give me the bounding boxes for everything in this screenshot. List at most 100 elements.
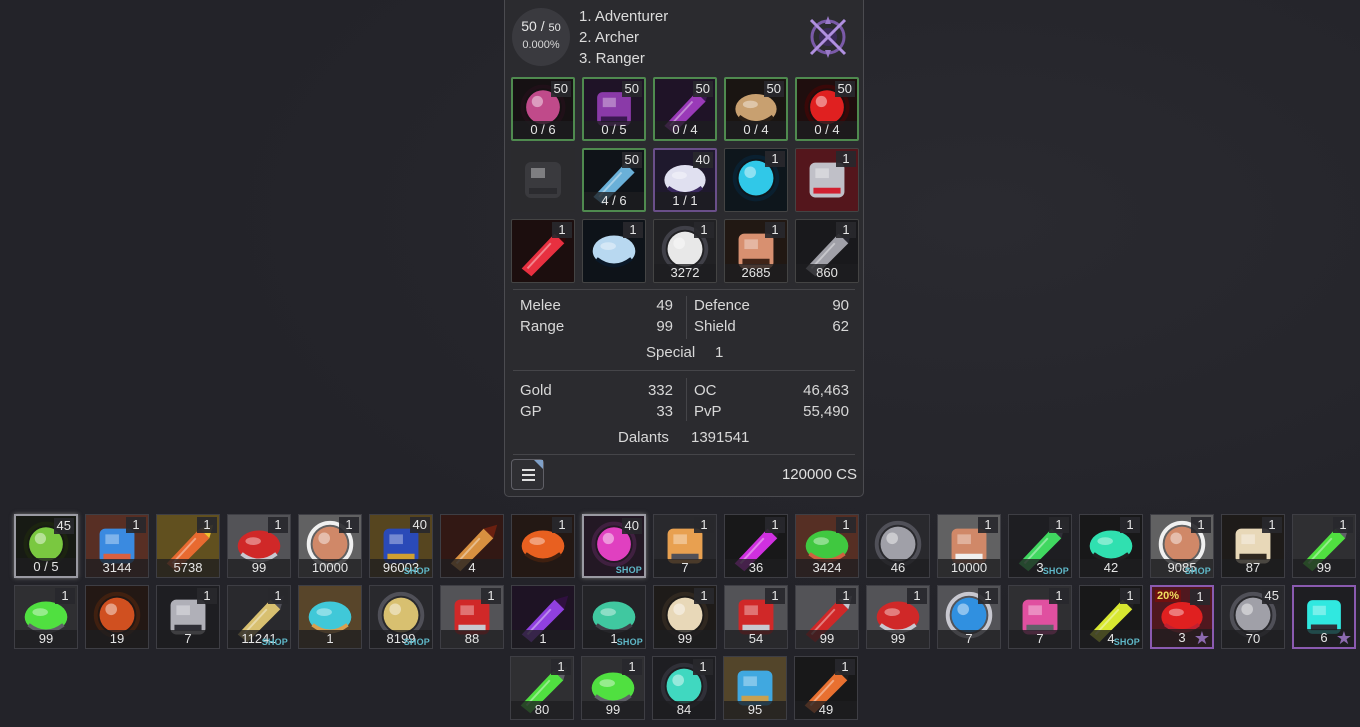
inventory-slot[interactable]: 1 80 <box>510 656 574 720</box>
shop-badge-icon: SHOP <box>261 637 288 647</box>
equip-slot-cape[interactable]: 50 0 / 4 <box>795 77 859 141</box>
equip-slot-ammo2[interactable]: 1 2685 <box>724 219 788 283</box>
inventory-slot[interactable]: 1 10000 <box>937 514 1001 578</box>
inventory-slot[interactable]: 1 99 <box>795 585 859 649</box>
equip-slot-amulet1[interactable]: 1 <box>511 219 575 283</box>
equip-slot-amulet2[interactable]: 1 <box>582 219 646 283</box>
inventory-slot[interactable]: 1 <box>298 585 362 649</box>
equip-slot-weapon[interactable]: 50 4 / 6 <box>582 148 646 212</box>
item-level: 1 <box>1191 517 1211 533</box>
inventory-slot[interactable]: 17 <box>653 514 717 578</box>
inventory-slot[interactable]: 1 99 <box>866 585 930 649</box>
item-count: 2685 <box>725 264 787 282</box>
item-count: 7 <box>654 559 716 577</box>
inventory-slot[interactable]: 1 88 <box>440 585 504 649</box>
level-max: 50 <box>548 22 561 34</box>
class-list: 1. Adventurer 2. Archer 3. Ranger <box>579 6 668 69</box>
item-count: 1 / 1 <box>655 192 715 210</box>
inventory-slot[interactable]: 40 SHOP <box>582 514 646 578</box>
inventory-slot[interactable]: 1 99 <box>227 514 291 578</box>
inventory-slot[interactable]: 1 3144 <box>85 514 149 578</box>
item-level: 1 <box>1120 588 1140 604</box>
shield-silhouette-icon <box>511 148 575 212</box>
inventory-slot[interactable]: 46 <box>866 514 930 578</box>
item-count: 0 / 4 <box>655 121 715 139</box>
item-level: 1 <box>1049 588 1069 604</box>
inventory-slot[interactable]: 1 54 <box>724 585 788 649</box>
inventory-slot[interactable]: 1 99 <box>1292 514 1356 578</box>
shop-badge-icon: SHOP <box>1184 566 1211 576</box>
item-count: 80 <box>511 701 573 719</box>
item-level: 1 <box>197 588 217 604</box>
item-count: 0 / 6 <box>513 121 573 139</box>
equip-slot-shoes[interactable]: 50 0 / 4 <box>724 77 788 141</box>
inventory-slot[interactable]: 1 36 <box>724 514 788 578</box>
inventory-slot[interactable]: 1 99 <box>581 656 645 720</box>
inventory-slot[interactable]: 1 SHOP <box>582 585 646 649</box>
pvp-value: 55,490 <box>803 403 849 420</box>
exp-percent: 0.000% <box>522 39 560 51</box>
class-2: 2. Archer <box>579 29 640 46</box>
item-level: 1 <box>481 588 501 604</box>
inventory-slot[interactable]: 1 42 <box>1079 514 1143 578</box>
equip-slot-ring1[interactable]: 1 <box>724 148 788 212</box>
equip-slot-ring2[interactable]: 1 <box>795 148 859 212</box>
inventory-slot[interactable]: 19 <box>85 585 149 649</box>
inventory-slot[interactable]: 1 9085 SHOP <box>1150 514 1214 578</box>
equip-slot-helmet[interactable]: 50 0 / 6 <box>511 77 575 141</box>
item-level: 50 <box>621 81 642 97</box>
inventory-slot[interactable]: 1 49 <box>794 656 858 720</box>
inventory-slot[interactable]: 45 70 <box>1221 585 1285 649</box>
inventory-slot[interactable]: 20% 1 3 ★ <box>1150 585 1214 649</box>
inventory-slot[interactable]: 1 99 <box>14 585 78 649</box>
inventory-slot[interactable]: 1 10000 <box>298 514 362 578</box>
shop-badge-icon: SHOP <box>615 565 642 575</box>
crossed-blades-emblem-icon <box>809 16 847 58</box>
inventory-slot[interactable]: 17 <box>937 585 1001 649</box>
menu-button[interactable] <box>511 459 544 490</box>
inventory-slot[interactable]: 1 3424 <box>795 514 859 578</box>
item-level: 45 <box>1261 588 1282 604</box>
equip-slot-ammo3[interactable]: 1 860 <box>795 219 859 283</box>
item-count: 5738 <box>157 559 219 577</box>
inventory-slot[interactable]: 1 84 <box>652 656 716 720</box>
inventory-slot[interactable]: 1 87 <box>1221 514 1285 578</box>
equip-slot-pet[interactable]: 40 1 / 1 <box>653 148 717 212</box>
inventory-slot[interactable]: 17 <box>156 585 220 649</box>
item-level: 1 <box>552 222 572 238</box>
character-panel: 50 / 50 0.000% 1. Adventurer 2. Archer 3… <box>504 0 864 497</box>
item-level: 50 <box>763 81 784 97</box>
inventory-slot[interactable]: 40 96003 SHOP <box>369 514 433 578</box>
equip-slot-gloves[interactable]: 50 0 / 4 <box>653 77 717 141</box>
equip-slot-upper[interactable]: 50 0 / 5 <box>582 77 646 141</box>
inventory-slot[interactable]: 17 <box>1008 585 1072 649</box>
item-count: 84 <box>653 701 715 719</box>
item-count: 87 <box>1222 559 1284 577</box>
melee-value: 49 <box>656 297 673 314</box>
inventory-slot[interactable]: 4 <box>440 514 504 578</box>
inventory-slot[interactable]: 8199 SHOP <box>369 585 433 649</box>
equip-slot-ammo1[interactable]: 1 3272 <box>653 219 717 283</box>
inventory-slot[interactable]: 1 <box>511 585 575 649</box>
inventory-slot[interactable]: 1 <box>511 514 575 578</box>
item-count: 3424 <box>796 559 858 577</box>
item-level: 50 <box>550 81 571 97</box>
item-level: 1 <box>197 517 217 533</box>
inventory-slot[interactable]: 1 5738 <box>156 514 220 578</box>
item-level: 1 <box>978 517 998 533</box>
item-level: 1 <box>694 222 714 238</box>
inventory-slot[interactable]: 95 <box>723 656 787 720</box>
item-level: 45 <box>53 518 74 534</box>
inventory-slot[interactable]: 1 99 <box>653 585 717 649</box>
inventory-slot[interactable]: 1 11241 SHOP <box>227 585 291 649</box>
inventory-slot[interactable]: 1 3 SHOP <box>1008 514 1072 578</box>
equip-slot-shield[interactable] <box>511 148 575 212</box>
inventory-slot[interactable]: 6 ★ <box>1292 585 1356 649</box>
shop-badge-icon: SHOP <box>1042 566 1069 576</box>
inventory-slot[interactable]: 1 4 SHOP <box>1079 585 1143 649</box>
item-count: 10000 <box>299 559 361 577</box>
inventory-slot[interactable]: 45 0 / 5 <box>14 514 78 578</box>
item-level: 1 <box>1049 517 1069 533</box>
level-value: 50 <box>521 18 537 34</box>
item-level: 1 <box>694 588 714 604</box>
